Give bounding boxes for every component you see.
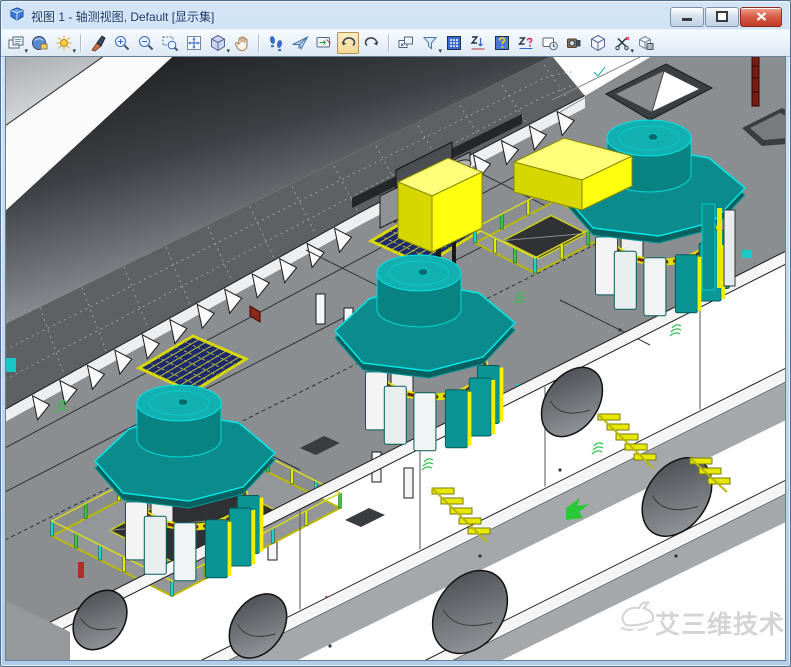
navigate-view-icon [315, 34, 333, 52]
close-button[interactable] [740, 7, 782, 27]
deck-post [404, 468, 413, 498]
view-attributes-icon [7, 34, 25, 52]
red-pipe [752, 57, 759, 106]
view-overlay-button[interactable] [635, 32, 657, 54]
view-overlay-icon [637, 34, 655, 52]
update-view-button[interactable] [87, 32, 109, 54]
apply-clip-volume-button[interactable]: ▾ [419, 32, 441, 54]
display-style-button[interactable] [29, 32, 51, 54]
copy-view-icon [397, 34, 415, 52]
view-next-button[interactable] [361, 32, 383, 54]
copy-view-button[interactable] [395, 32, 417, 54]
camera-settings-icon [565, 34, 583, 52]
display-style-icon [31, 34, 49, 52]
view-previous-button[interactable] [337, 32, 359, 54]
green-marker [422, 459, 433, 470]
dropdown-arrow-icon[interactable]: ▾ [438, 48, 442, 55]
zoom-in-button[interactable] [111, 32, 133, 54]
adjust-view-brightness-icon [55, 34, 73, 52]
window-title: 视图 1 - 轴测视图, Default [显示集] [31, 8, 664, 25]
toolbar-separator [80, 34, 82, 52]
show-display-depth-icon [517, 34, 535, 52]
watermark: 艾三维技术 [621, 602, 785, 639]
set-display-depth-button[interactable] [467, 32, 489, 54]
close-icon [756, 12, 767, 21]
view-previous-icon [339, 34, 357, 52]
clip-mask-button[interactable] [443, 32, 465, 54]
fit-view-icon [185, 34, 203, 52]
green-marker [670, 325, 681, 336]
window-area-button[interactable] [159, 32, 181, 54]
deck-post [316, 294, 325, 324]
zoom-in-icon [113, 34, 131, 52]
fit-view-button[interactable] [183, 32, 205, 54]
view-window-icon [9, 7, 25, 27]
display-depth-indicator-button[interactable] [491, 32, 513, 54]
green-marker [592, 443, 603, 454]
axonometric-scene: 艾三维技术 [6, 57, 785, 660]
adjust-view-brightness-button[interactable]: ▾ [53, 32, 75, 54]
walk-icon [267, 34, 285, 52]
restore-icon [716, 11, 728, 22]
view-attributes-button[interactable]: ▾ [5, 32, 27, 54]
apply-clip-volume-icon [421, 34, 439, 52]
dropdown-arrow-icon[interactable]: ▾ [226, 48, 230, 55]
watermark-text: 艾三维技术 [655, 610, 785, 639]
section-clip-button[interactable]: ▾ [611, 32, 633, 54]
view-next-icon [363, 34, 381, 52]
minimize-button[interactable] [670, 7, 704, 27]
saved-views-button[interactable] [539, 32, 561, 54]
display-depth-indicator-icon [493, 34, 511, 52]
viewport-3d-scene[interactable]: 艾三维技术 [5, 56, 786, 661]
pan-view-button[interactable] [231, 32, 253, 54]
camera-settings-button[interactable] [563, 32, 585, 54]
dropdown-arrow-icon[interactable]: ▾ [630, 48, 634, 55]
minimize-icon [682, 18, 692, 21]
saved-views-icon [541, 34, 559, 52]
titlebar[interactable]: 视图 1 - 轴测视图, Default [显示集] [1, 1, 790, 29]
rotate-view-icon [209, 34, 227, 52]
window-area-icon [161, 34, 179, 52]
dropdown-arrow-icon[interactable]: ▾ [72, 48, 76, 55]
show-display-depth-button[interactable] [515, 32, 537, 54]
update-view-icon [89, 34, 107, 52]
view-cube-icon [589, 34, 607, 52]
clip-mask-icon [445, 34, 463, 52]
view-toolbar: ▾ ▾ ▾ ▾ ▾ [1, 29, 790, 57]
navigate-view-button[interactable] [313, 32, 335, 54]
walk-button[interactable] [265, 32, 287, 54]
restore-button[interactable] [705, 7, 739, 27]
view-window: 视图 1 - 轴测视图, Default [显示集] ▾ ▾ ▾ ▾ ▾ 艾三维技术 [0, 0, 791, 667]
zoom-out-button[interactable] [135, 32, 157, 54]
toolbar-separator [388, 34, 390, 52]
swallow-logo [621, 602, 653, 630]
set-display-depth-icon [469, 34, 487, 52]
fly-icon [291, 34, 309, 52]
zoom-out-icon [137, 34, 155, 52]
rotate-view-button[interactable]: ▾ [207, 32, 229, 54]
section-clip-icon [613, 34, 631, 52]
pan-view-icon [233, 34, 251, 52]
toolbar-separator [258, 34, 260, 52]
dropdown-arrow-icon[interactable]: ▾ [24, 48, 28, 55]
fly-button[interactable] [289, 32, 311, 54]
view-cube-button[interactable] [587, 32, 609, 54]
